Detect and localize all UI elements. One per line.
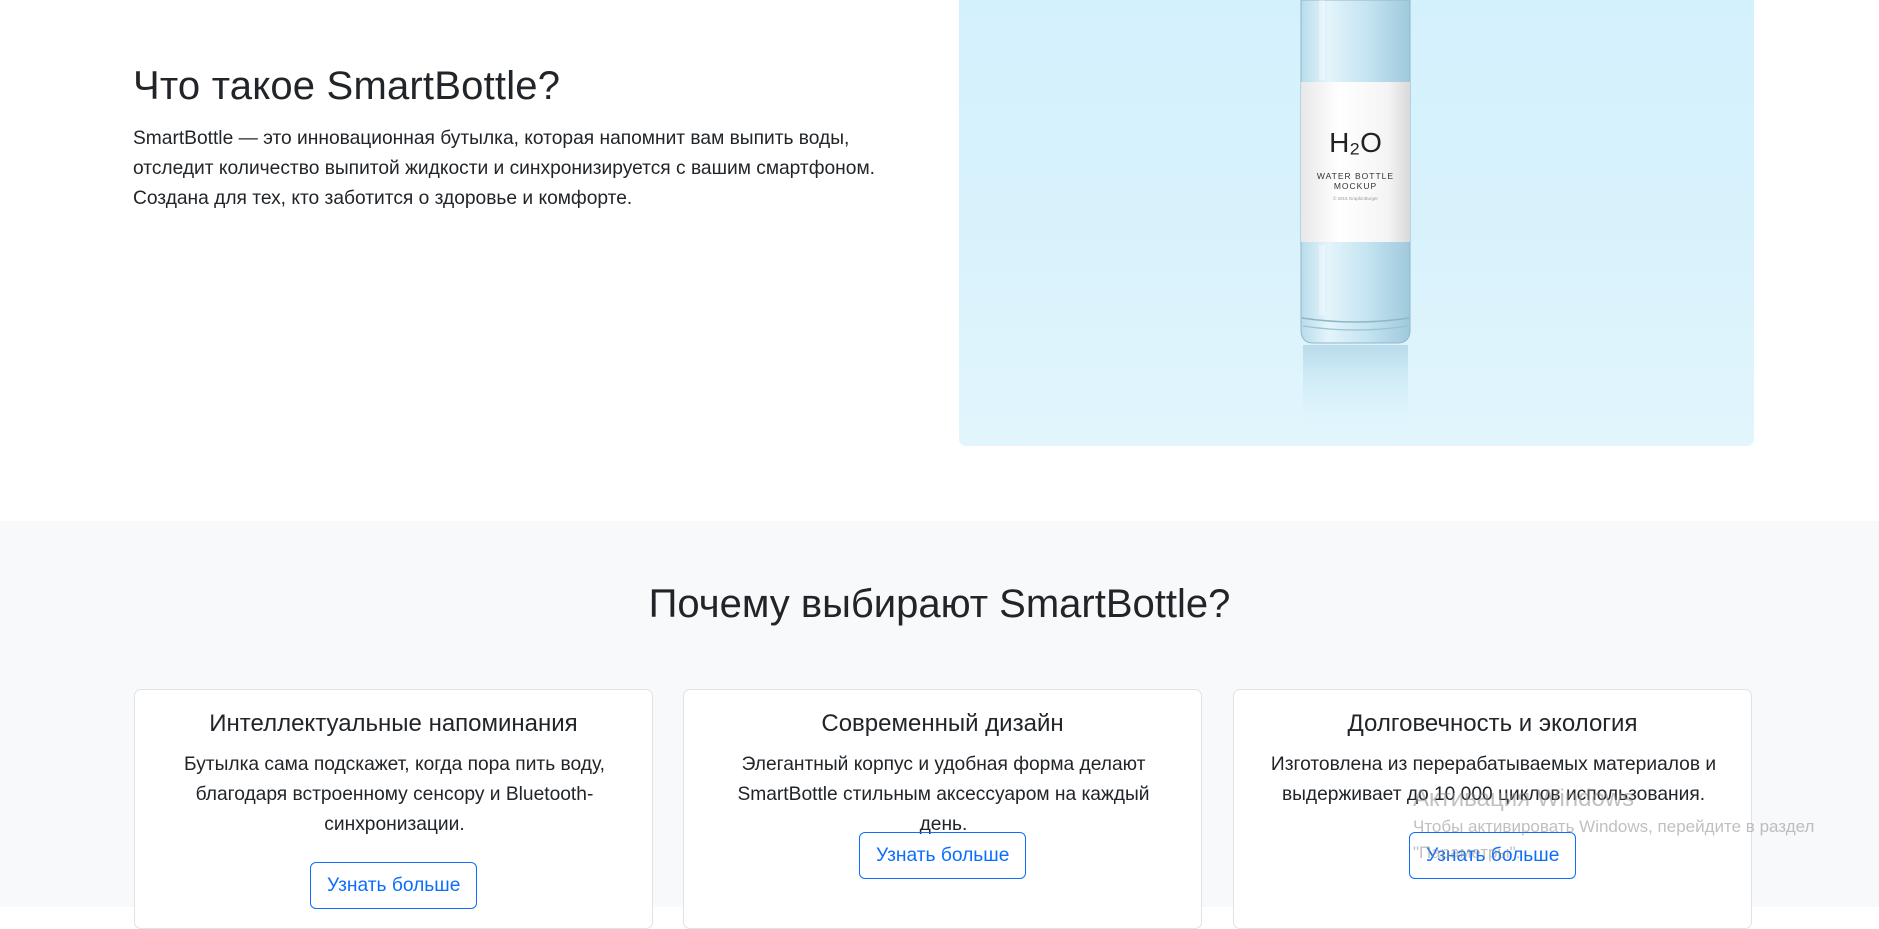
about-title: Что такое SmartBottle? <box>133 64 561 108</box>
product-image: H₂O WATER BOTTLE MOCKUP © 2016 GraphicBu… <box>959 0 1754 446</box>
svg-text:MOCKUP: MOCKUP <box>1334 181 1377 191</box>
svg-text:© 2016 GraphicBurger: © 2016 GraphicBurger <box>1333 195 1379 201</box>
water-bottle-image: H₂O WATER BOTTLE MOCKUP © 2016 GraphicBu… <box>1300 0 1411 425</box>
about-description: SmartBottle — это инновационная бутылка,… <box>133 128 875 209</box>
learn-more-button[interactable]: Узнать больше <box>310 862 478 909</box>
feature-card-reminders: Интеллектуальные напоминания Бутылка сам… <box>134 689 653 929</box>
feature-card-title: Современный дизайн <box>821 710 1064 737</box>
feature-card-text: Элегантный корпус и удобная форма делают… <box>737 754 1150 835</box>
svg-text:WATER BOTTLE: WATER BOTTLE <box>1317 171 1394 181</box>
features-title: Почему выбирают SmartBottle? <box>648 582 1231 626</box>
feature-card-title: Интеллектуальные напоминания <box>209 710 578 737</box>
learn-more-button[interactable]: Узнать больше <box>859 832 1027 879</box>
about-section: Что такое SmartBottle? SmartBottle — это… <box>0 0 1879 521</box>
feature-card-durability: Долговечность и экология Изготовлена из … <box>1233 689 1752 929</box>
bottle-label-main: H₂O <box>1329 127 1382 158</box>
feature-card-title: Долговечность и экология <box>1347 710 1638 737</box>
feature-card-text: Изготовлена из перерабатываемых материал… <box>1270 754 1717 805</box>
features-section: Почему выбирают SmartBottle? Интеллектуа… <box>0 521 1879 929</box>
feature-card-design: Современный дизайн Элегантный корпус и у… <box>683 689 1202 929</box>
feature-card-text: Бутылка сама подскажет, когда пора пить … <box>184 754 605 835</box>
learn-more-button[interactable]: Узнать больше <box>1409 832 1577 879</box>
